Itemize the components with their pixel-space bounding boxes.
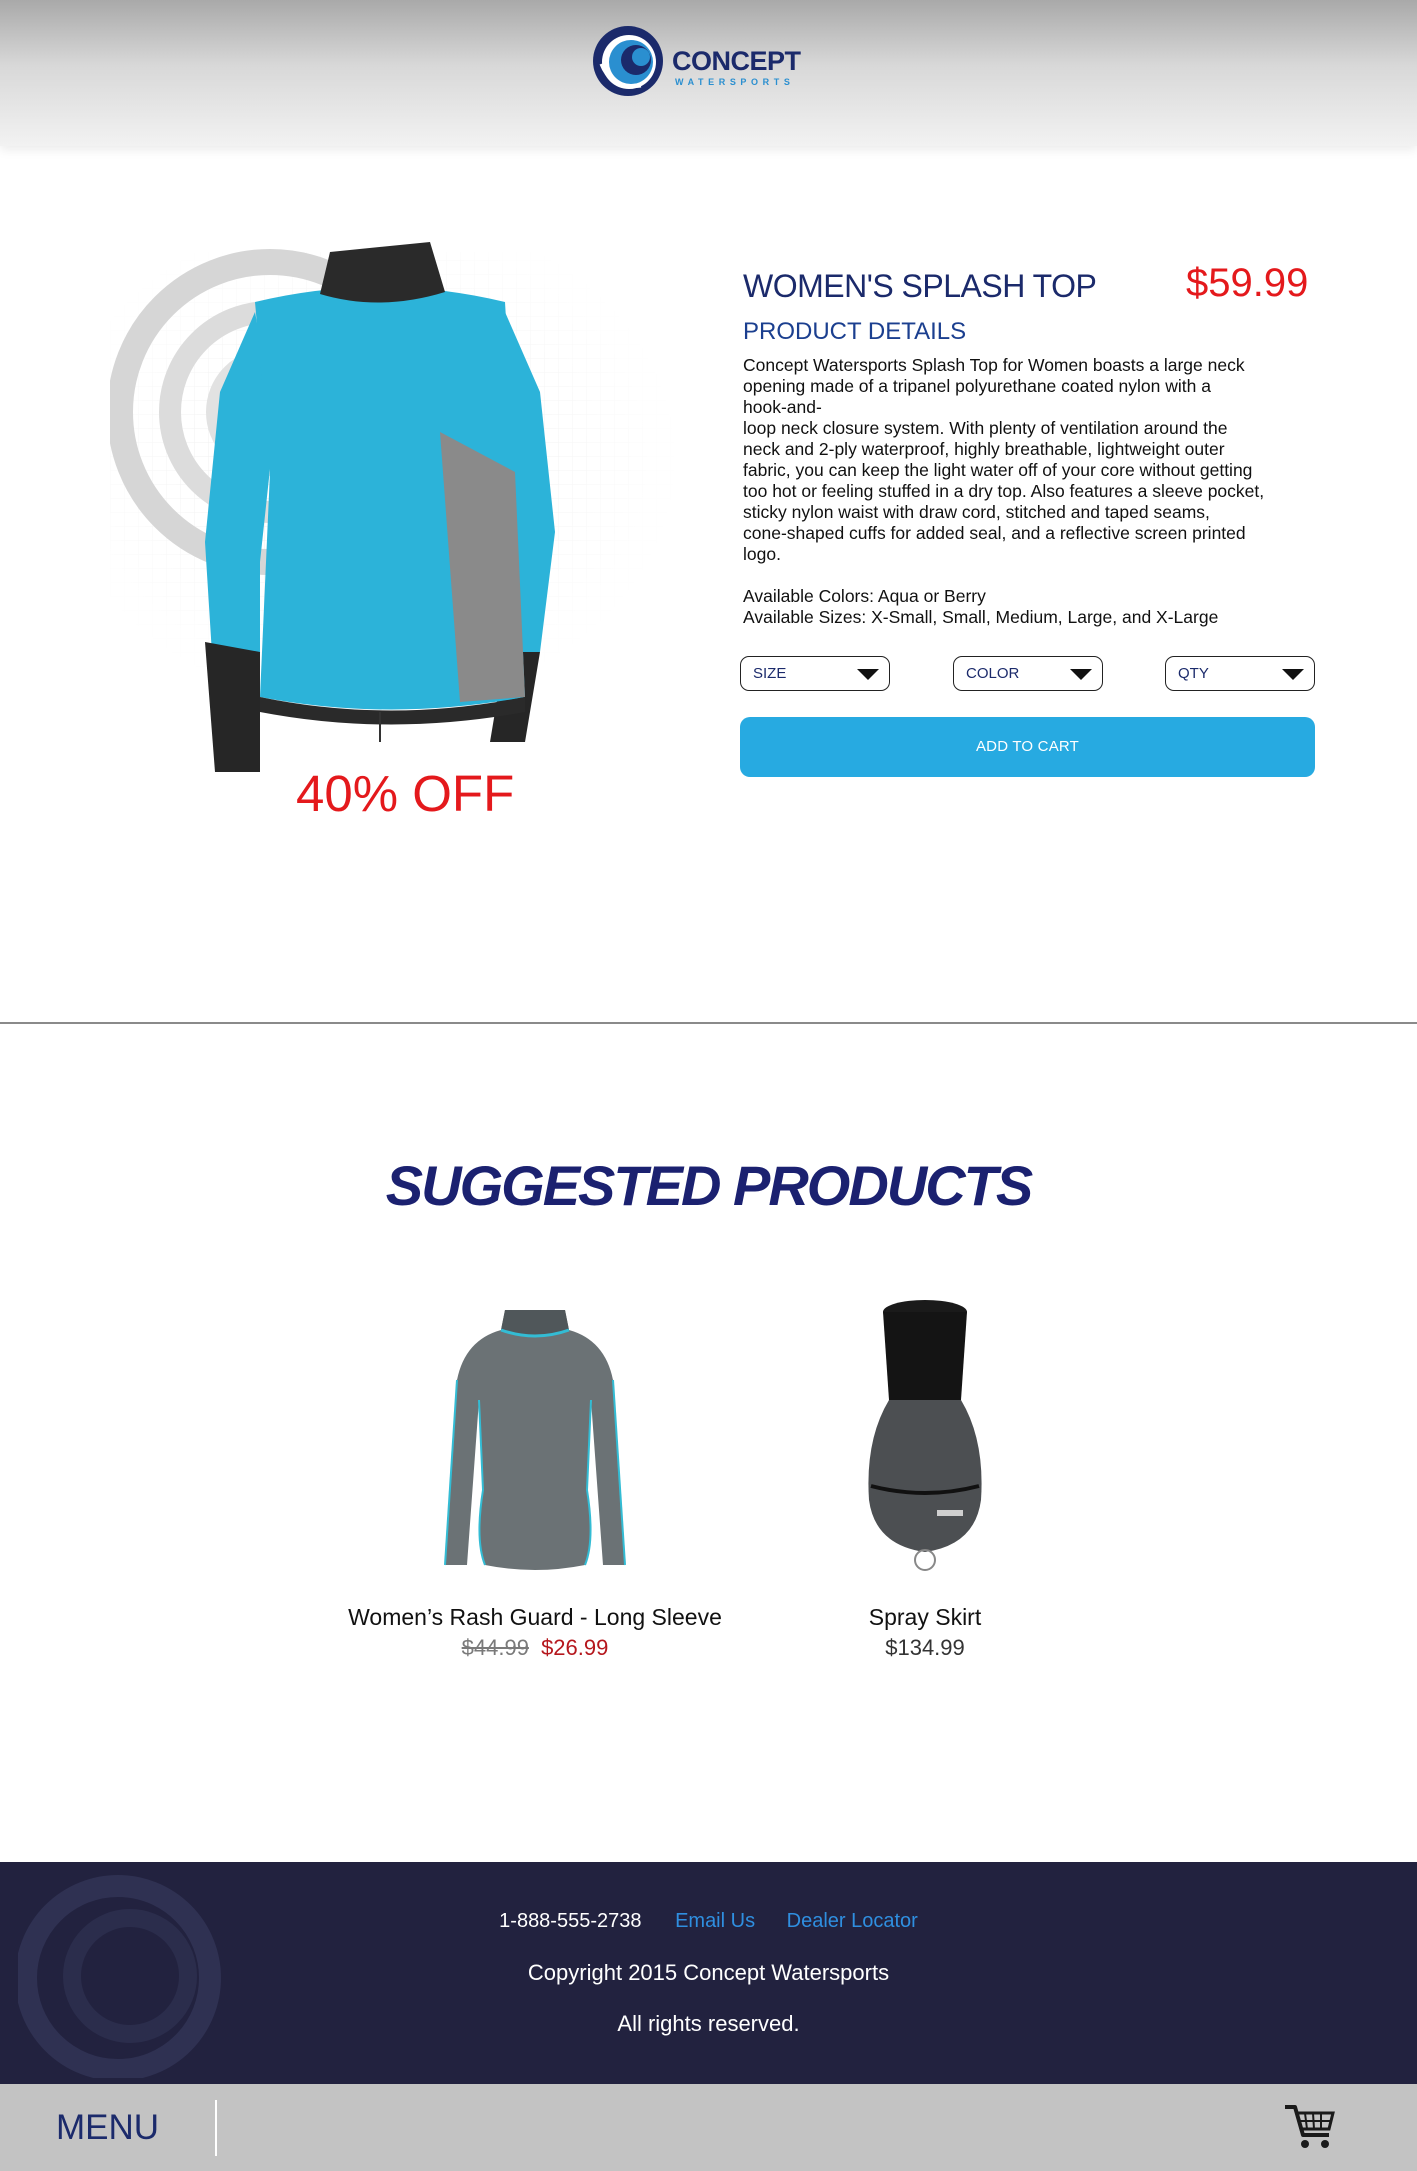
- suggested-product-card[interactable]: Women’s Rash Guard - Long Sleeve $44.99 …: [330, 1290, 740, 1661]
- brand-name: CONCEPT: [672, 46, 801, 76]
- suggested-product-name: Spray Skirt: [868, 1604, 982, 1630]
- section-divider: [0, 1022, 1417, 1024]
- product-price: $134.99: [885, 1635, 965, 1660]
- dealer-locator-link[interactable]: Dealer Locator: [787, 1910, 918, 1932]
- quantity-select-label: QTY: [1178, 665, 1209, 682]
- add-to-cart-button[interactable]: ADD TO CART: [740, 717, 1315, 777]
- product-title: WOMEN'S SPLASH TOP: [743, 268, 1097, 304]
- dropdown-arrow-icon: [857, 669, 879, 680]
- footer-contact-row: 1-888-555-2738 Email Us Dealer Locator: [0, 1910, 1417, 1933]
- description-line: logo.: [743, 544, 781, 564]
- site-footer: 1-888-555-2738 Email Us Dealer Locator C…: [0, 1862, 1417, 2084]
- color-select[interactable]: COLOR: [953, 656, 1103, 691]
- size-select[interactable]: SIZE: [740, 656, 890, 691]
- description-line: fabric, you can keep the light water off…: [743, 460, 1253, 480]
- email-us-link[interactable]: Email Us: [675, 1910, 755, 1932]
- description-line: Concept Watersports Splash Top for Women…: [743, 355, 1245, 375]
- quantity-select[interactable]: QTY: [1165, 656, 1315, 691]
- description-line: too hot or feeling stuffed in a dry top.…: [743, 481, 1265, 501]
- available-colors: Available Colors: Aqua or Berry: [743, 586, 986, 606]
- product-price: $59.99: [1186, 261, 1309, 305]
- color-select-label: COLOR: [966, 665, 1020, 682]
- description-line: opening made of a tripanel polyurethane …: [743, 376, 1211, 396]
- shopping-cart-icon[interactable]: [1283, 2101, 1337, 2151]
- product-image: [110, 242, 680, 772]
- suggested-products-heading: SUGGESTED PRODUCTS: [385, 1154, 1033, 1217]
- wave-logo-icon: [593, 26, 663, 96]
- brand-tagline: WATERSPORTS: [675, 77, 795, 87]
- menu-button[interactable]: MENU: [56, 2108, 159, 2148]
- description-line: neck and 2-ply waterproof, highly breath…: [743, 439, 1225, 459]
- dropdown-arrow-icon: [1282, 669, 1304, 680]
- size-select-label: SIZE: [753, 665, 787, 682]
- available-sizes: Available Sizes: X-Small, Small, Medium,…: [743, 607, 1219, 627]
- availability-info: Available Colors: Aqua or Berry Availabl…: [743, 586, 1218, 628]
- description-line: cone-shaped cuffs for added seal, and a …: [743, 523, 1246, 543]
- spray-skirt-image: [868, 1300, 982, 1571]
- menu-separator: [215, 2100, 217, 2156]
- description-line: hook-and-: [743, 397, 822, 417]
- product-details-heading: PRODUCT DETAILS: [743, 318, 967, 345]
- sale-price: $26.99: [541, 1635, 609, 1660]
- product-description: Concept Watersports Splash Top for Women…: [743, 355, 1303, 565]
- suggested-product-card[interactable]: Spray Skirt $134.99: [775, 1290, 1075, 1661]
- brand-logo[interactable]: CONCEPT WATERSPORTS: [591, 24, 811, 100]
- suggested-product-prices: $134.99: [775, 1635, 1075, 1661]
- suggested-product-prices: $44.99 $26.99: [330, 1635, 740, 1661]
- dropdown-arrow-icon: [1070, 669, 1092, 680]
- suggested-product-name: Women’s Rash Guard - Long Sleeve: [348, 1604, 722, 1630]
- footer-phone[interactable]: 1-888-555-2738: [499, 1910, 641, 1932]
- site-header: CONCEPT WATERSPORTS: [0, 0, 1417, 146]
- discount-label: 40% OFF: [296, 765, 515, 822]
- footer-copyright: Copyright 2015 Concept Watersports: [527, 1960, 890, 1985]
- bottom-nav-bar: MENU: [0, 2084, 1417, 2171]
- description-line: sticky nylon waist with draw cord, stitc…: [743, 502, 1210, 522]
- footer-rights: All rights reserved.: [617, 2011, 800, 2036]
- description-line: loop neck closure system. With plenty of…: [743, 418, 1228, 438]
- rash-guard-image: [444, 1310, 626, 1570]
- original-price: $44.99: [461, 1635, 529, 1660]
